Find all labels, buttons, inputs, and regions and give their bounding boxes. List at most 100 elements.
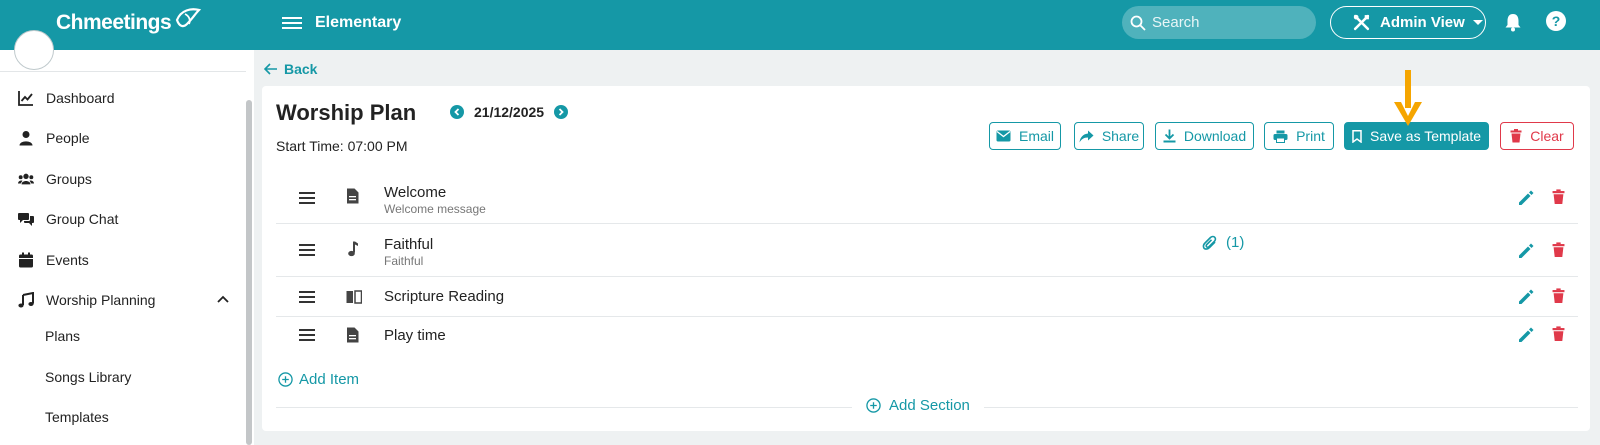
share-icon (1079, 130, 1094, 142)
avatar[interactable] (14, 30, 54, 70)
sidebar-item-label: People (46, 130, 90, 146)
sidebar-item-people[interactable]: People (18, 128, 90, 148)
sidebar: Dashboard People Groups Group Chat Event… (0, 30, 254, 445)
sidebar-divider (0, 71, 246, 72)
top-bar: Chmeetings Elementary Admin View ? (0, 0, 1600, 50)
sidebar-item-label: Dashboard (46, 90, 115, 106)
annotation-arrow-icon (1394, 70, 1422, 126)
caret-down-icon (1472, 20, 1483, 25)
trash-icon[interactable] (1552, 326, 1565, 342)
person-icon (19, 131, 33, 146)
sidebar-subitem-templates[interactable]: Templates (45, 409, 109, 425)
admin-view-button[interactable]: Admin View (1330, 6, 1486, 39)
item-name: Scripture Reading (384, 288, 505, 305)
pencil-icon[interactable] (1518, 243, 1534, 259)
sidebar-item-label: Worship Planning (46, 292, 156, 308)
menu-toggle-icon[interactable] (282, 14, 302, 34)
chart-line-icon (18, 91, 33, 106)
download-icon (1163, 129, 1176, 143)
print-button[interactable]: Print (1264, 122, 1334, 150)
attachments-link[interactable]: (1) (1202, 234, 1244, 251)
trash-icon[interactable] (1552, 288, 1565, 304)
attachment-count: (1) (1226, 234, 1245, 251)
plan-item-row[interactable]: Play time (276, 317, 1578, 354)
pencil-icon[interactable] (1518, 327, 1534, 343)
back-label: Back (284, 61, 318, 77)
add-section-label: Add Section (889, 397, 970, 414)
item-name: Play time (384, 327, 446, 344)
plus-circle-icon (866, 398, 881, 413)
add-item-label: Add Item (299, 371, 360, 388)
sidebar-item-dashboard[interactable]: Dashboard (18, 88, 115, 108)
organization-name: Elementary (315, 14, 402, 31)
item-name: Welcome (384, 184, 447, 201)
document-icon (347, 327, 359, 343)
trash-icon[interactable] (1552, 242, 1565, 258)
drag-handle-icon[interactable] (299, 243, 315, 257)
music-icon (18, 292, 34, 308)
help-icon[interactable]: ? (1546, 11, 1566, 31)
plan-item-row[interactable]: Scripture Reading (276, 277, 1578, 317)
share-button[interactable]: Share (1074, 122, 1144, 150)
email-button[interactable]: Email (989, 122, 1061, 150)
brand-logo[interactable]: Chmeetings (56, 8, 203, 35)
bell-icon[interactable] (1504, 12, 1522, 32)
sidebar-scrollbar[interactable] (246, 100, 252, 445)
chevron-up-icon[interactable] (217, 295, 229, 303)
search-icon (1130, 15, 1146, 31)
download-button[interactable]: Download (1155, 122, 1254, 150)
clear-label: Clear (1530, 128, 1564, 144)
plus-circle-icon (278, 372, 293, 387)
sidebar-item-label: Groups (46, 171, 92, 187)
sidebar-item-label: Events (46, 252, 89, 268)
download-label: Download (1183, 128, 1247, 144)
book-icon (346, 290, 362, 304)
drag-handle-icon[interactable] (299, 328, 315, 342)
add-item-button[interactable]: Add Item (278, 371, 359, 388)
search-box[interactable] (1122, 6, 1316, 39)
item-name: Faithful (384, 236, 434, 253)
start-time: Start Time: 07:00 PM (276, 138, 408, 154)
email-label: Email (1018, 128, 1054, 144)
sidebar-item-label: Group Chat (46, 211, 119, 227)
page-title: Worship Plan (276, 100, 417, 125)
trash-icon[interactable] (1552, 189, 1565, 205)
plan-item-row[interactable]: Welcome Welcome message (276, 172, 1578, 224)
next-date-button[interactable] (554, 105, 569, 119)
pencil-icon[interactable] (1518, 289, 1534, 305)
sidebar-subitem-songs-library[interactable]: Songs Library (45, 369, 131, 385)
admin-view-label: Admin View (1380, 14, 1465, 31)
save-as-template-label: Save as Template (1369, 128, 1482, 144)
tools-icon (1353, 14, 1370, 31)
drag-handle-icon[interactable] (299, 191, 315, 205)
back-link[interactable]: Back (264, 61, 317, 77)
previous-date-button[interactable] (450, 105, 464, 119)
drag-handle-icon[interactable] (299, 290, 315, 304)
plan-date: 21/12/2025 (474, 104, 545, 120)
date-navigator: 21/12/2025 (450, 104, 569, 120)
chat-icon (18, 213, 34, 226)
calendar-icon (19, 252, 33, 268)
users-icon (18, 173, 34, 185)
arrow-left-icon (264, 63, 277, 75)
item-subtitle: Welcome message (384, 202, 486, 216)
paperclip-icon (1202, 235, 1217, 250)
plan-item-row[interactable]: Faithful Faithful (1) (276, 224, 1578, 277)
trash-icon (1510, 129, 1522, 143)
chevron-right-icon (558, 108, 564, 116)
sidebar-item-groups[interactable]: Groups (18, 169, 92, 189)
sidebar-item-events[interactable]: Events (18, 250, 89, 270)
pencil-icon[interactable] (1518, 190, 1534, 206)
print-label: Print (1296, 128, 1325, 144)
document-icon (347, 188, 359, 204)
chevron-left-icon (454, 108, 460, 116)
add-section-button[interactable]: Add Section (852, 397, 984, 414)
music-note-icon (348, 241, 358, 257)
search-input[interactable] (1152, 14, 1302, 31)
envelope-icon (996, 130, 1011, 142)
sidebar-item-worship-planning[interactable]: Worship Planning (18, 290, 155, 310)
clear-button[interactable]: Clear (1500, 122, 1574, 150)
brand-name: Chmeetings (56, 11, 172, 34)
sidebar-item-group-chat[interactable]: Group Chat (18, 209, 118, 229)
sidebar-subitem-plans[interactable]: Plans (45, 328, 80, 344)
